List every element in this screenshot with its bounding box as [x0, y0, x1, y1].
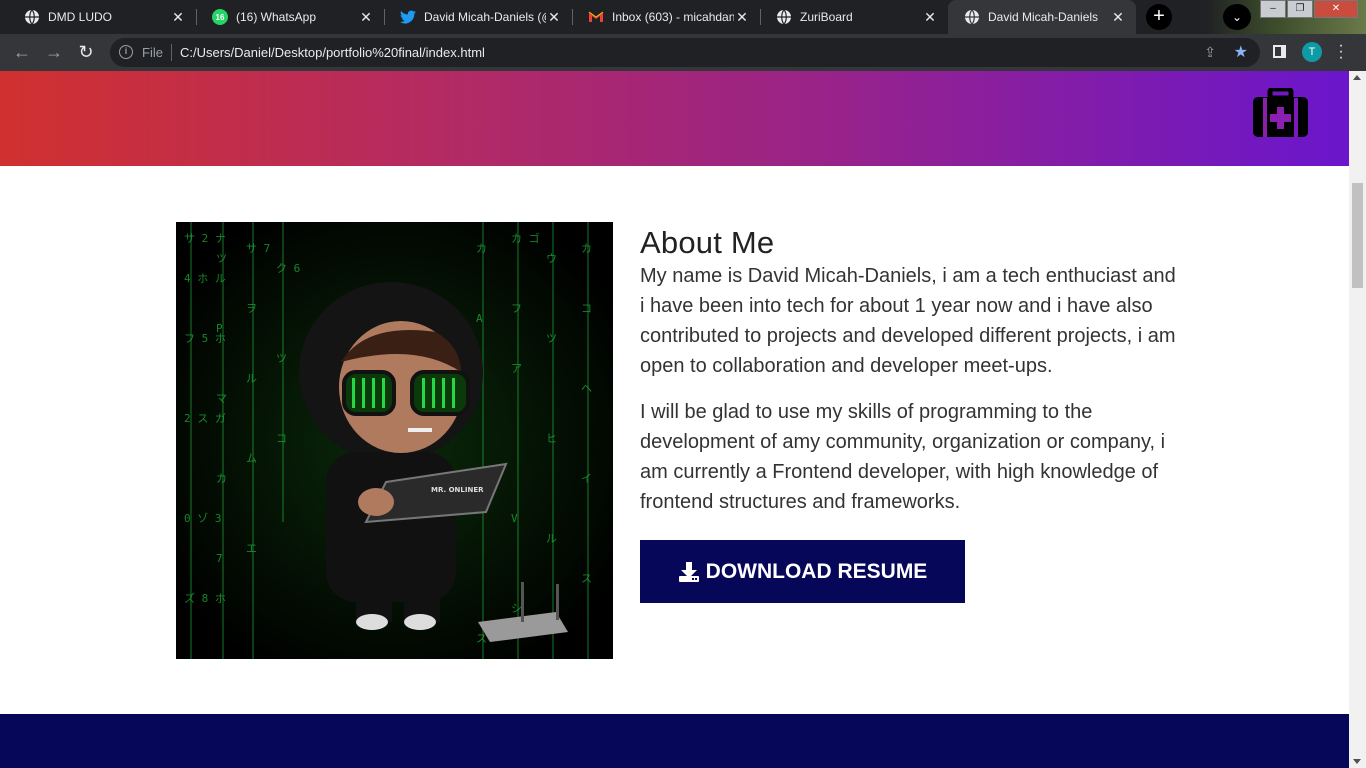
- laptop-sticker-text: MR. ONLINER: [431, 486, 484, 494]
- scheme-label: File: [142, 45, 163, 60]
- window-controls: – ❐ ✕: [1259, 0, 1358, 18]
- download-resume-button[interactable]: DOWNLOAD RESUME: [640, 540, 965, 603]
- address-divider: [171, 44, 172, 61]
- svg-text:カ ゴ: カ ゴ: [511, 231, 540, 245]
- svg-text:ル: ル: [546, 532, 557, 545]
- svg-text:サ 7: サ 7: [246, 242, 270, 255]
- tab-zuriboard[interactable]: ZuriBoard ✕: [760, 0, 948, 34]
- svg-text:カ: カ: [476, 242, 487, 255]
- tab-label: David Micah-Daniels: [988, 10, 1099, 24]
- scrollbar-thumb[interactable]: [1352, 183, 1363, 288]
- about-text-block: About Me My name is David Micah-Daniels,…: [640, 222, 1180, 517]
- svg-text:ア: ア: [511, 362, 522, 375]
- svg-text:ス: ス: [581, 572, 592, 585]
- svg-text:ツ: ツ: [276, 352, 287, 365]
- page-viewport: サ 2 ナ4 ホ ルフ 5 ホ2 ス ガ0 ゾ 3ズ 8 ホ ツPマカ7 サ 7…: [0, 71, 1366, 768]
- svg-text:マ: マ: [216, 392, 227, 405]
- tab-label: DMD LUDO: [48, 10, 113, 24]
- svg-text:イ: イ: [581, 472, 592, 485]
- whatsapp-icon: 16: [212, 9, 228, 25]
- svg-text:コ: コ: [276, 432, 287, 445]
- forward-button[interactable]: →: [42, 40, 66, 64]
- close-icon[interactable]: ✕: [170, 9, 186, 26]
- restore-button[interactable]: ❐: [1287, 0, 1313, 18]
- svg-text:シ: シ: [511, 602, 522, 615]
- scroll-down-icon[interactable]: [1353, 759, 1361, 764]
- svg-text:P: P: [216, 322, 223, 335]
- svg-text:ム: ム: [246, 452, 257, 465]
- svg-text:コ: コ: [581, 302, 592, 315]
- browser-toolbar: ← → ↻ i File C:/Users/Daniel/Desktop/por…: [0, 34, 1366, 71]
- svg-text:ヒ: ヒ: [546, 432, 557, 445]
- about-heading: About Me: [640, 225, 775, 260]
- globe-icon: [776, 9, 792, 25]
- tab-strip: DMD LUDO ✕ 16 (16) WhatsApp ✕ David Mica…: [0, 0, 1366, 34]
- svg-text:ク 6: ク 6: [276, 262, 300, 275]
- url-text[interactable]: C:/Users/Daniel/Desktop/portfolio%20fina…: [180, 45, 485, 60]
- menu-kebab-icon[interactable]: · · ·: [1336, 38, 1346, 66]
- about-paragraph-1: My name is David Micah-Daniels, i am a t…: [640, 265, 1176, 377]
- about-section: サ 2 ナ4 ホ ルフ 5 ホ2 ス ガ0 ゾ 3ズ 8 ホ ツPマカ7 サ 7…: [0, 166, 1349, 714]
- svg-text:エ: エ: [246, 542, 257, 555]
- svg-text:カ: カ: [216, 472, 227, 485]
- tab-whatsapp[interactable]: 16 (16) WhatsApp ✕: [196, 0, 384, 34]
- close-icon[interactable]: ✕: [546, 9, 562, 26]
- new-tab-button[interactable]: +: [1146, 4, 1172, 30]
- tab-label: ZuriBoard: [800, 10, 853, 24]
- close-icon[interactable]: ✕: [922, 9, 938, 26]
- bookmark-star-icon[interactable]: ★: [1234, 42, 1248, 62]
- header-gradient-band: [0, 71, 1349, 166]
- svg-text:A: A: [476, 312, 483, 325]
- globe-icon: [24, 9, 40, 25]
- tab-portfolio[interactable]: David Micah-Daniels ✕: [948, 0, 1136, 34]
- svg-text:ヘ: ヘ: [581, 382, 592, 395]
- svg-text:0 ゾ 3: 0 ゾ 3: [184, 512, 222, 525]
- svg-text:ヲ: ヲ: [246, 302, 257, 315]
- tab-search-button[interactable]: ⌄: [1223, 4, 1251, 30]
- svg-text:ウ: ウ: [546, 252, 557, 265]
- tab-label: Inbox (603) - micahdan: [612, 10, 734, 24]
- svg-text:7: 7: [216, 552, 223, 565]
- tab-label: (16) WhatsApp: [236, 10, 317, 24]
- page-scrollbar[interactable]: [1349, 71, 1366, 768]
- tab-twitter[interactable]: David Micah-Daniels (@ ✕: [384, 0, 572, 34]
- gmail-icon: [588, 9, 604, 25]
- info-icon[interactable]: i: [119, 45, 133, 59]
- close-icon[interactable]: ✕: [1110, 9, 1126, 26]
- svg-text:カ: カ: [581, 242, 592, 255]
- svg-text:ル: ル: [246, 372, 257, 385]
- close-window-button[interactable]: ✕: [1314, 0, 1358, 18]
- close-icon[interactable]: ✕: [734, 9, 750, 26]
- medical-kit-icon[interactable]: [1252, 88, 1309, 138]
- tab-gmail[interactable]: Inbox (603) - micahdan ✕: [572, 0, 760, 34]
- tab-label: David Micah-Daniels (@: [424, 10, 546, 24]
- share-icon[interactable]: ⇪: [1204, 44, 1216, 61]
- scroll-up-icon[interactable]: [1353, 75, 1361, 80]
- globe-icon: [964, 9, 980, 25]
- whatsapp-badge: 16: [215, 12, 225, 22]
- svg-text:V: V: [511, 512, 518, 525]
- back-button[interactable]: ←: [10, 40, 34, 64]
- minimize-button[interactable]: –: [1260, 0, 1286, 18]
- tab-dmd-ludo[interactable]: DMD LUDO ✕: [8, 0, 196, 34]
- svg-text:ツ: ツ: [216, 252, 227, 265]
- profile-avatar[interactable]: T: [1302, 42, 1322, 62]
- side-panel-icon[interactable]: [1273, 45, 1286, 58]
- reload-button[interactable]: ↻: [74, 40, 98, 64]
- close-icon[interactable]: ✕: [358, 9, 374, 26]
- svg-text:ツ: ツ: [546, 332, 557, 345]
- address-bar[interactable]: i File C:/Users/Daniel/Desktop/portfolio…: [110, 38, 1260, 67]
- download-resume-label: DOWNLOAD RESUME: [705, 559, 928, 583]
- next-section-band: [0, 714, 1349, 768]
- twitter-icon: [400, 9, 416, 25]
- svg-text:フ: フ: [511, 302, 522, 315]
- download-icon: [678, 561, 699, 582]
- about-paragraph-2: I will be glad to use my skills of progr…: [640, 401, 1166, 513]
- profile-illustration: サ 2 ナ4 ホ ルフ 5 ホ2 ス ガ0 ゾ 3ズ 8 ホ ツPマカ7 サ 7…: [176, 222, 613, 659]
